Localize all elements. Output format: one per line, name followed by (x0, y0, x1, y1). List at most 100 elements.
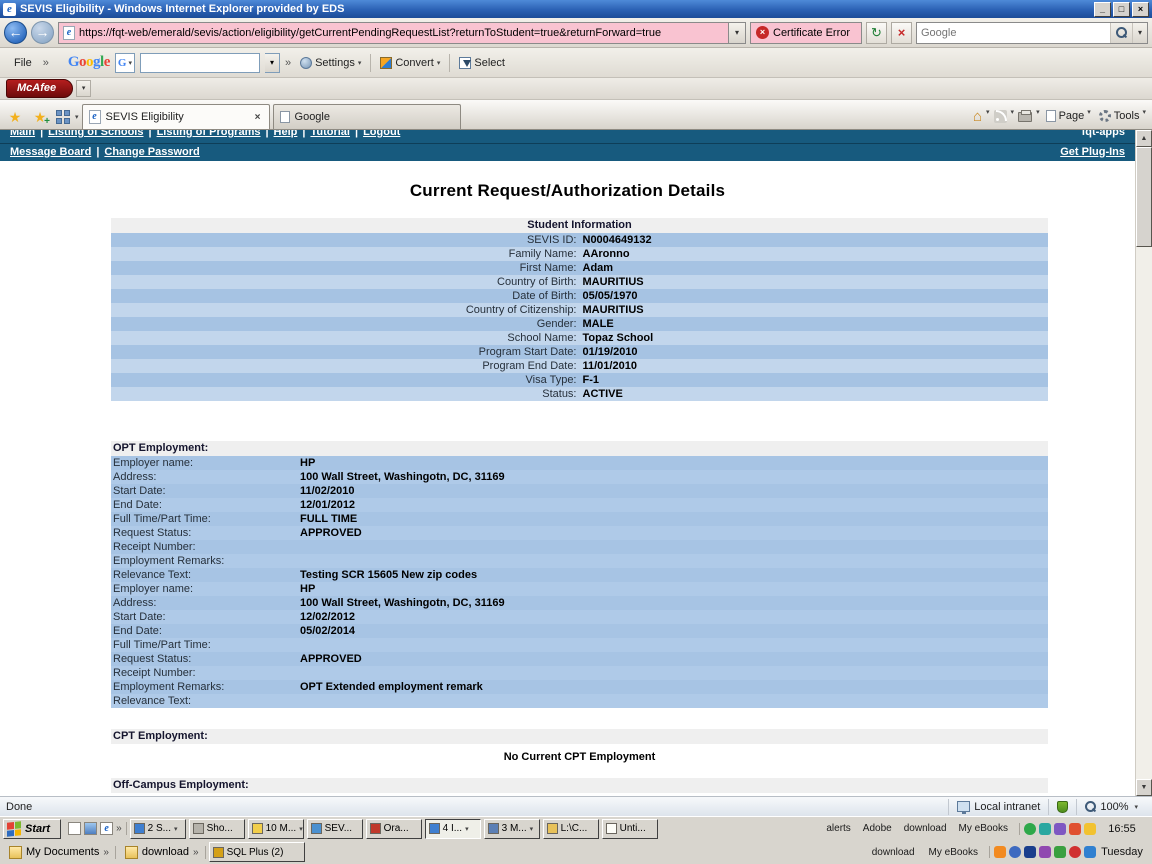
tray-icon[interactable] (1039, 823, 1051, 835)
select-button[interactable]: Select (455, 55, 509, 71)
add-favorite-button[interactable]: ★+ (29, 105, 51, 129)
google-toolbar-chevron-icon[interactable]: » (285, 57, 291, 69)
mcafee-button[interactable]: McAfee (6, 79, 73, 98)
toolbar-link-my-ebooks[interactable]: My eBooks (959, 823, 1008, 834)
my-documents-toolbar[interactable]: My Documents » (3, 846, 116, 859)
toolbar-link-download[interactable]: download (904, 823, 947, 834)
certificate-error-label: Certificate Error (773, 27, 850, 39)
nav-link-listing-of-programs[interactable]: Listing of Programs (157, 130, 261, 138)
nav-link-logout[interactable]: Logout (363, 130, 400, 138)
nav-link-message-board[interactable]: Message Board (10, 146, 91, 158)
taskbar-window-button[interactable]: 2 S...▾ (130, 819, 186, 839)
quicklaunch-document-icon[interactable] (68, 822, 81, 835)
settings-menu[interactable]: Settings ▾ (296, 55, 365, 71)
forward-button[interactable]: → (31, 21, 54, 44)
toolbar-separator (370, 54, 371, 72)
google-search-provider-dropdown[interactable]: G▾ (115, 53, 135, 73)
tray-icon[interactable] (1084, 823, 1096, 835)
scrollbar-track[interactable] (1136, 147, 1152, 779)
nav-link-main[interactable]: Main (10, 130, 35, 138)
tray-icon[interactable] (994, 846, 1006, 858)
toolbar-chevron[interactable]: » (193, 847, 199, 858)
search-button[interactable] (1110, 23, 1132, 43)
row-value: APPROVED (300, 652, 362, 666)
taskbar-window-button[interactable]: L:\C... (543, 819, 599, 839)
nav-link-get-plugins[interactable]: Get Plug-Ins (1060, 146, 1125, 158)
url-history-dropdown[interactable]: ▾ (728, 23, 745, 43)
quicklaunch-show-desktop-icon[interactable] (84, 822, 97, 835)
minimize-button[interactable]: _ (1094, 2, 1111, 17)
file-menu[interactable]: File (8, 55, 38, 71)
scroll-up-button[interactable]: ▲ (1136, 130, 1152, 147)
nav-link-listing-of-schools[interactable]: Listing of Schools (48, 130, 143, 138)
nav-link-change-password[interactable]: Change Password (104, 146, 199, 158)
search-provider-dropdown[interactable]: ▾ (1132, 23, 1147, 43)
taskbar-window-button[interactable]: 3 M...▾ (484, 819, 540, 839)
search-input[interactable] (917, 27, 1110, 39)
taskbar-window-button-active[interactable]: 4 I...▾ (425, 819, 481, 839)
download-toolbar[interactable]: download » (119, 846, 206, 859)
toolbar-link-my-ebooks[interactable]: My eBooks (929, 847, 978, 858)
menu-chevron-icon[interactable]: » (43, 57, 49, 69)
scrollbar-thumb[interactable] (1136, 147, 1152, 247)
taskbar-window-button[interactable]: SEV... (307, 819, 363, 839)
quicklaunch-chevron[interactable]: » (116, 823, 122, 834)
toolbar-chevron[interactable]: » (103, 847, 109, 858)
tray-icon[interactable] (1009, 846, 1021, 858)
tray-icon[interactable] (1054, 823, 1066, 835)
taskbar-window-button[interactable]: Ora... (366, 819, 422, 839)
scroll-down-button[interactable]: ▼ (1136, 779, 1152, 796)
tray-icon[interactable] (1054, 846, 1066, 858)
google-toolbar-search-input[interactable] (140, 53, 260, 73)
tray-icon[interactable] (1084, 846, 1096, 858)
quick-tabs-button[interactable] (56, 110, 70, 124)
tools-menu[interactable]: Tools▾ (1097, 108, 1148, 124)
tray-icon[interactable] (1024, 823, 1036, 835)
taskbar-window-button[interactable]: Sho... (189, 819, 245, 839)
stop-button[interactable]: × (891, 22, 912, 44)
certificate-error-button[interactable]: × Certificate Error (750, 22, 862, 44)
convert-menu[interactable]: Convert ▾ (376, 55, 444, 71)
url-field[interactable]: e https://fqt-web/emerald/sevis/action/e… (58, 22, 746, 44)
zoom-control[interactable]: 100% ▾ (1076, 799, 1146, 815)
page-menu[interactable]: Page▾ (1044, 108, 1093, 124)
home-button[interactable]: ⌂ (973, 109, 982, 124)
feeds-button[interactable] (994, 110, 1007, 123)
tab-close-icon[interactable]: × (253, 112, 263, 123)
quicklaunch-ie-icon[interactable]: e (100, 822, 113, 835)
taskbar-button-sql-plus[interactable]: SQL Plus (2) (209, 842, 305, 862)
refresh-button[interactable]: ↻ (866, 22, 887, 44)
tray-icon[interactable] (1024, 846, 1036, 858)
favorites-button[interactable]: ★ (4, 105, 26, 129)
home-dropdown[interactable]: ▾ (986, 108, 990, 116)
nav-link-help[interactable]: Help (274, 130, 298, 138)
toolbar-link-adobe[interactable]: Adobe (863, 823, 892, 834)
tab-sevis-eligibility[interactable]: e SEVIS Eligibility × (82, 104, 270, 129)
vertical-scrollbar[interactable]: ▲ ▼ (1135, 130, 1152, 796)
print-dropdown[interactable]: ▾ (1036, 108, 1040, 116)
nav-link-tutorial[interactable]: Tutorial (310, 130, 350, 138)
page-title: Current Request/Authorization Details (0, 181, 1135, 201)
toolbar-link-download[interactable]: download (872, 847, 915, 858)
close-button[interactable]: × (1132, 2, 1149, 17)
table-row: School Name:Topaz School (111, 331, 1048, 345)
taskbar-window-button[interactable]: Unti... (602, 819, 658, 839)
folder-icon (125, 846, 138, 859)
tray-icon[interactable] (1069, 846, 1081, 858)
row-label: SEVIS ID: (111, 233, 580, 247)
off-campus-employment-section: Off-Campus Employment: (111, 778, 1048, 793)
feeds-dropdown[interactable]: ▾ (1011, 108, 1015, 116)
start-button[interactable]: Start (3, 819, 61, 839)
toolbar-link-alerts[interactable]: alerts (826, 823, 850, 834)
zoom-dropdown[interactable]: ▾ (1134, 803, 1138, 811)
google-toolbar-search-dropdown[interactable]: ▾ (265, 53, 280, 73)
mcafee-dropdown[interactable]: ▾ (76, 80, 91, 97)
tray-icon[interactable] (1039, 846, 1051, 858)
maximize-button[interactable]: □ (1113, 2, 1130, 17)
tray-icon[interactable] (1069, 823, 1081, 835)
tab-list-dropdown[interactable]: ▾ (75, 113, 79, 121)
back-button[interactable]: ← (4, 21, 27, 44)
tab-google[interactable]: Google (273, 104, 461, 129)
taskbar-window-button[interactable]: 10 M...▾ (248, 819, 304, 839)
print-button[interactable] (1018, 112, 1032, 122)
